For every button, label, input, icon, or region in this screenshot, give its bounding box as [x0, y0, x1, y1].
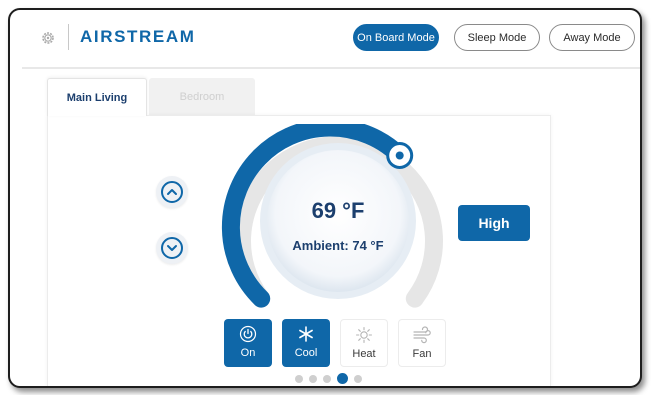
power-icon	[239, 324, 257, 344]
mode-on-button[interactable]: On	[224, 319, 272, 367]
mode-heat-button[interactable]: Heat	[340, 319, 388, 367]
mode-cool-label: Cool	[294, 347, 318, 359]
chevron-up-icon	[161, 181, 183, 203]
mode-fan-button[interactable]: Fan	[398, 319, 446, 367]
header-divider	[68, 24, 69, 50]
chevron-down-icon	[161, 237, 183, 259]
fan-speed-button[interactable]: High	[458, 205, 530, 241]
temperature-up-button[interactable]	[156, 176, 188, 208]
snowflake-icon	[297, 324, 315, 344]
header-divider-line	[22, 67, 640, 69]
ambient-temperature: Ambient: 74 °F	[292, 238, 384, 253]
on-board-mode-button[interactable]: On Board Mode	[353, 24, 439, 51]
sleep-mode-button[interactable]: Sleep Mode	[454, 24, 540, 51]
sun-icon	[355, 325, 373, 345]
away-mode-button[interactable]: Away Mode	[549, 24, 635, 51]
mode-heat-label: Heat	[352, 348, 376, 360]
page-dot-active[interactable]	[337, 373, 348, 384]
app-window: AIRSTREAM On Board Mode Sleep Mode Away …	[8, 8, 642, 388]
temperature-down-button[interactable]	[156, 232, 188, 264]
temperature-dial[interactable]	[218, 124, 458, 334]
setpoint-temperature: 69 °F	[311, 198, 365, 223]
mode-on-label: On	[240, 347, 256, 359]
header-bar: AIRSTREAM On Board Mode Sleep Mode Away …	[10, 10, 640, 66]
fan-icon	[412, 325, 432, 345]
tab-main-living[interactable]: Main Living	[47, 78, 147, 116]
mode-cool-button[interactable]: Cool	[282, 319, 330, 367]
page-dot[interactable]	[354, 374, 362, 383]
gear-icon[interactable]	[40, 30, 56, 46]
page-dot[interactable]	[323, 374, 331, 383]
page-dot[interactable]	[295, 374, 303, 383]
tab-bedroom[interactable]: Bedroom	[149, 78, 255, 116]
page-dot[interactable]	[309, 374, 317, 383]
page-indicator	[295, 373, 362, 384]
brand-logo: AIRSTREAM	[80, 27, 196, 46]
mode-fan-label: Fan	[412, 348, 432, 360]
